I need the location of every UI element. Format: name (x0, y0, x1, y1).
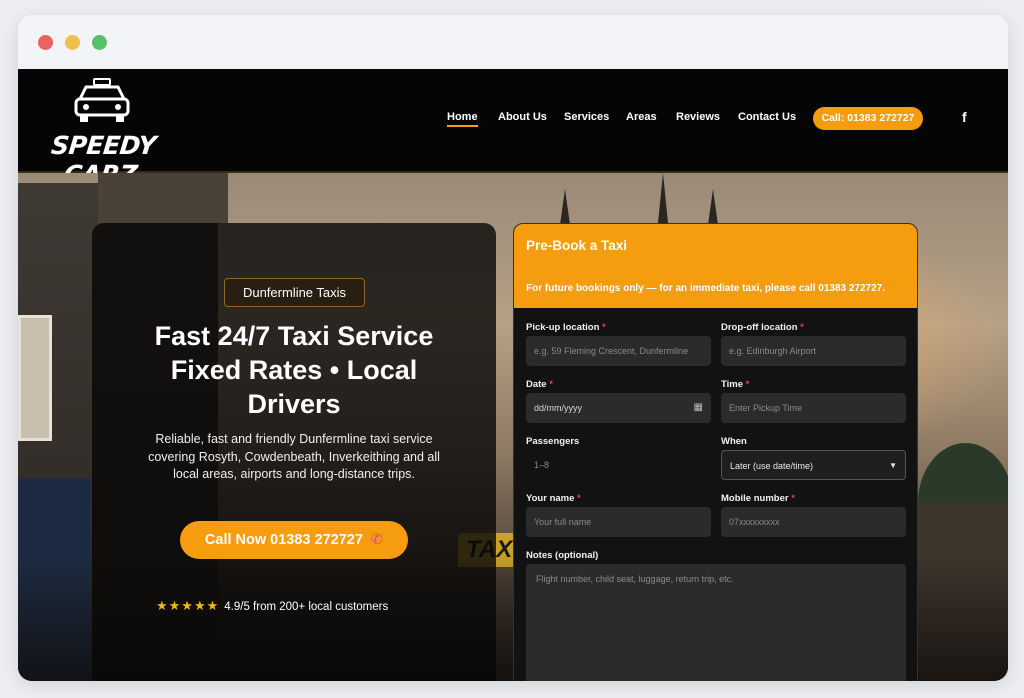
date-input[interactable]: dd/mm/yyyy ▦ (526, 393, 711, 423)
dropoff-label-text: Drop-off location (721, 322, 798, 333)
chevron-down-icon: ▼ (889, 461, 897, 470)
notes-textarea[interactable]: Flight number, child seat, luggage, retu… (526, 564, 906, 681)
minimize-window-button[interactable] (65, 35, 80, 50)
close-window-button[interactable] (38, 35, 53, 50)
time-input[interactable]: Enter Pickup Time (721, 393, 906, 423)
passengers-input[interactable]: 1–8 (526, 450, 711, 480)
mobile-input[interactable]: 07xxxxxxxxx (721, 507, 906, 537)
name-input[interactable]: Your full name (526, 507, 711, 537)
browser-window: SPEEDY CARZ Home About Us Services Areas… (18, 15, 1008, 681)
required-marker: * (549, 379, 553, 390)
passengers-label: Passengers (526, 436, 580, 447)
hero-title: Fast 24/7 Taxi Service Fixed Rates • Loc… (112, 319, 476, 421)
time-label-text: Time (721, 379, 744, 390)
dropoff-input[interactable]: e.g. Edinburgh Airport (721, 336, 906, 366)
star-icon: ★★★★★ (156, 598, 220, 613)
background-spire (708, 189, 718, 225)
form-note: For future bookings only — for an immedi… (526, 283, 886, 294)
name-label-text: Your name (526, 493, 575, 504)
date-label: Date * (526, 379, 553, 390)
notes-label: Notes (optional) (526, 550, 599, 561)
form-header: Pre-Book a Taxi For future bookings only… (514, 224, 917, 308)
hero-card: Dunfermline Taxis Fast 24/7 Taxi Service… (92, 223, 496, 681)
browser-chrome (18, 15, 1008, 69)
rating: ★★★★★ 4.9/5 from 200+ local customers (156, 598, 456, 614)
background-roof (98, 173, 228, 223)
required-marker: * (602, 322, 606, 333)
when-select-value: Later (use date/time) (730, 461, 814, 471)
header-call-button[interactable]: Call: 01383 272727 (813, 107, 923, 130)
phone-icon: ✆ (370, 532, 384, 548)
required-marker: * (800, 322, 804, 333)
hero-section: TAX Dunfermline Taxis Fast 24/7 Taxi Ser… (18, 173, 1008, 681)
required-marker: * (791, 493, 795, 504)
date-label-text: Date (526, 379, 547, 390)
required-marker: * (577, 493, 581, 504)
pickup-label-text: Pick-up location (526, 322, 600, 333)
name-label: Your name * (526, 493, 581, 504)
hero-title-line: Fast 24/7 Taxi Service (154, 321, 434, 351)
pickup-label: Pick-up location * (526, 322, 606, 333)
time-label: Time * (721, 379, 749, 390)
call-now-button[interactable]: Call Now 01383 272727 ✆ (180, 521, 408, 559)
calendar-icon[interactable]: ▦ (694, 393, 703, 423)
site-header: SPEEDY CARZ Home About Us Services Areas… (18, 69, 1008, 189)
mobile-label: Mobile number * (721, 493, 795, 504)
nav-reviews[interactable]: Reviews (676, 111, 720, 123)
nav-home[interactable]: Home (447, 111, 478, 127)
when-select[interactable]: Later (use date/time) ▼ (721, 450, 906, 480)
mobile-label-text: Mobile number (721, 493, 789, 504)
form-title: Pre-Book a Taxi (526, 238, 628, 253)
site-logo[interactable]: SPEEDY CARZ (32, 77, 172, 189)
nav-areas[interactable]: Areas (626, 111, 657, 123)
car-icon (74, 78, 130, 122)
maximize-window-button[interactable] (92, 35, 107, 50)
hero-description: Reliable, fast and friendly Dunfermline … (148, 432, 440, 481)
facebook-icon[interactable]: f (962, 109, 967, 125)
background-spire (658, 173, 668, 223)
nav-contact-us[interactable]: Contact Us (738, 111, 796, 123)
nav-services[interactable]: Services (564, 111, 609, 123)
background-spire (560, 189, 570, 225)
nav-about-us[interactable]: About Us (498, 111, 547, 123)
background-window (18, 315, 52, 441)
required-marker: * (745, 379, 750, 390)
prebook-form: Pre-Book a Taxi For future bookings only… (513, 223, 918, 681)
location-badge: Dunfermline Taxis (224, 278, 365, 307)
call-now-label: Call Now 01383 272727 (204, 532, 363, 548)
date-input-value: dd/mm/yyyy (534, 403, 583, 413)
dropoff-label: Drop-off location * (721, 322, 804, 333)
hero-title-line: Drivers (247, 389, 341, 419)
pickup-input[interactable]: e.g. 59 Fleming Crescent, Dunfermline (526, 336, 711, 366)
rating-text: 4.9/5 from 200+ local customers (224, 601, 389, 613)
hero-title-line: Fixed Rates • Local (170, 355, 418, 385)
when-label: When (721, 436, 747, 447)
